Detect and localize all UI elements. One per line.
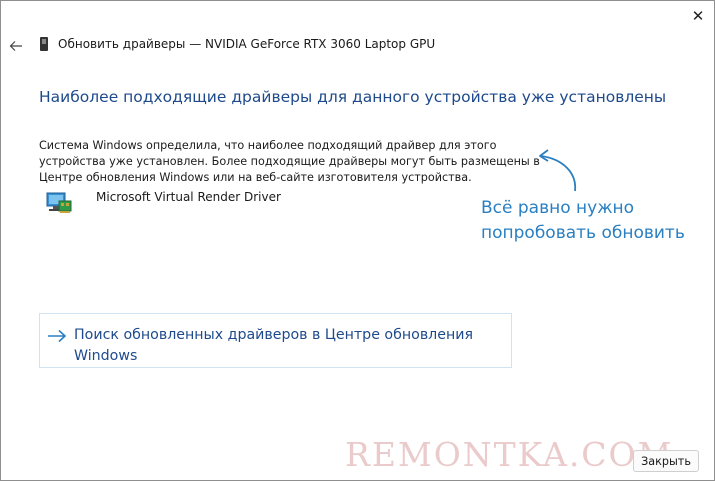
back-button[interactable] xyxy=(5,34,27,58)
page-heading: Наиболее подходящие драйверы для данного… xyxy=(39,88,667,106)
device-icon xyxy=(40,37,48,51)
watermark: REMONTKA.COM xyxy=(345,435,674,474)
window-title-bar: Обновить драйверы — NVIDIA GeForce RTX 3… xyxy=(39,37,435,51)
close-icon: ✕ xyxy=(691,7,705,25)
annotation-arrow-icon xyxy=(539,149,576,192)
close-button[interactable]: Закрыть xyxy=(633,450,699,472)
arrow-right-icon xyxy=(48,329,67,343)
close-window-button[interactable]: ✕ xyxy=(681,1,714,31)
description-text: Система Windows определила, что наиболее… xyxy=(39,139,540,184)
installed-driver: Microsoft Virtual Render Driver xyxy=(45,190,281,216)
search-windows-update-link[interactable]: Поиск обновленных драйверов в Центре обн… xyxy=(39,313,512,368)
annotation-text: Всё равно нужно попробовать обновить xyxy=(481,198,685,243)
display-adapter-icon xyxy=(46,192,72,213)
link-label: Поиск обновленных драйверов в Центре обн… xyxy=(74,327,474,364)
window-title: Обновить драйверы — NVIDIA GeForce RTX 3… xyxy=(58,37,436,51)
driver-name: Microsoft Virtual Render Driver xyxy=(96,190,281,204)
back-arrow-icon xyxy=(9,41,22,51)
update-drivers-dialog: ✕ Обновить драйверы — NVIDIA GeForce RTX… xyxy=(0,0,715,481)
